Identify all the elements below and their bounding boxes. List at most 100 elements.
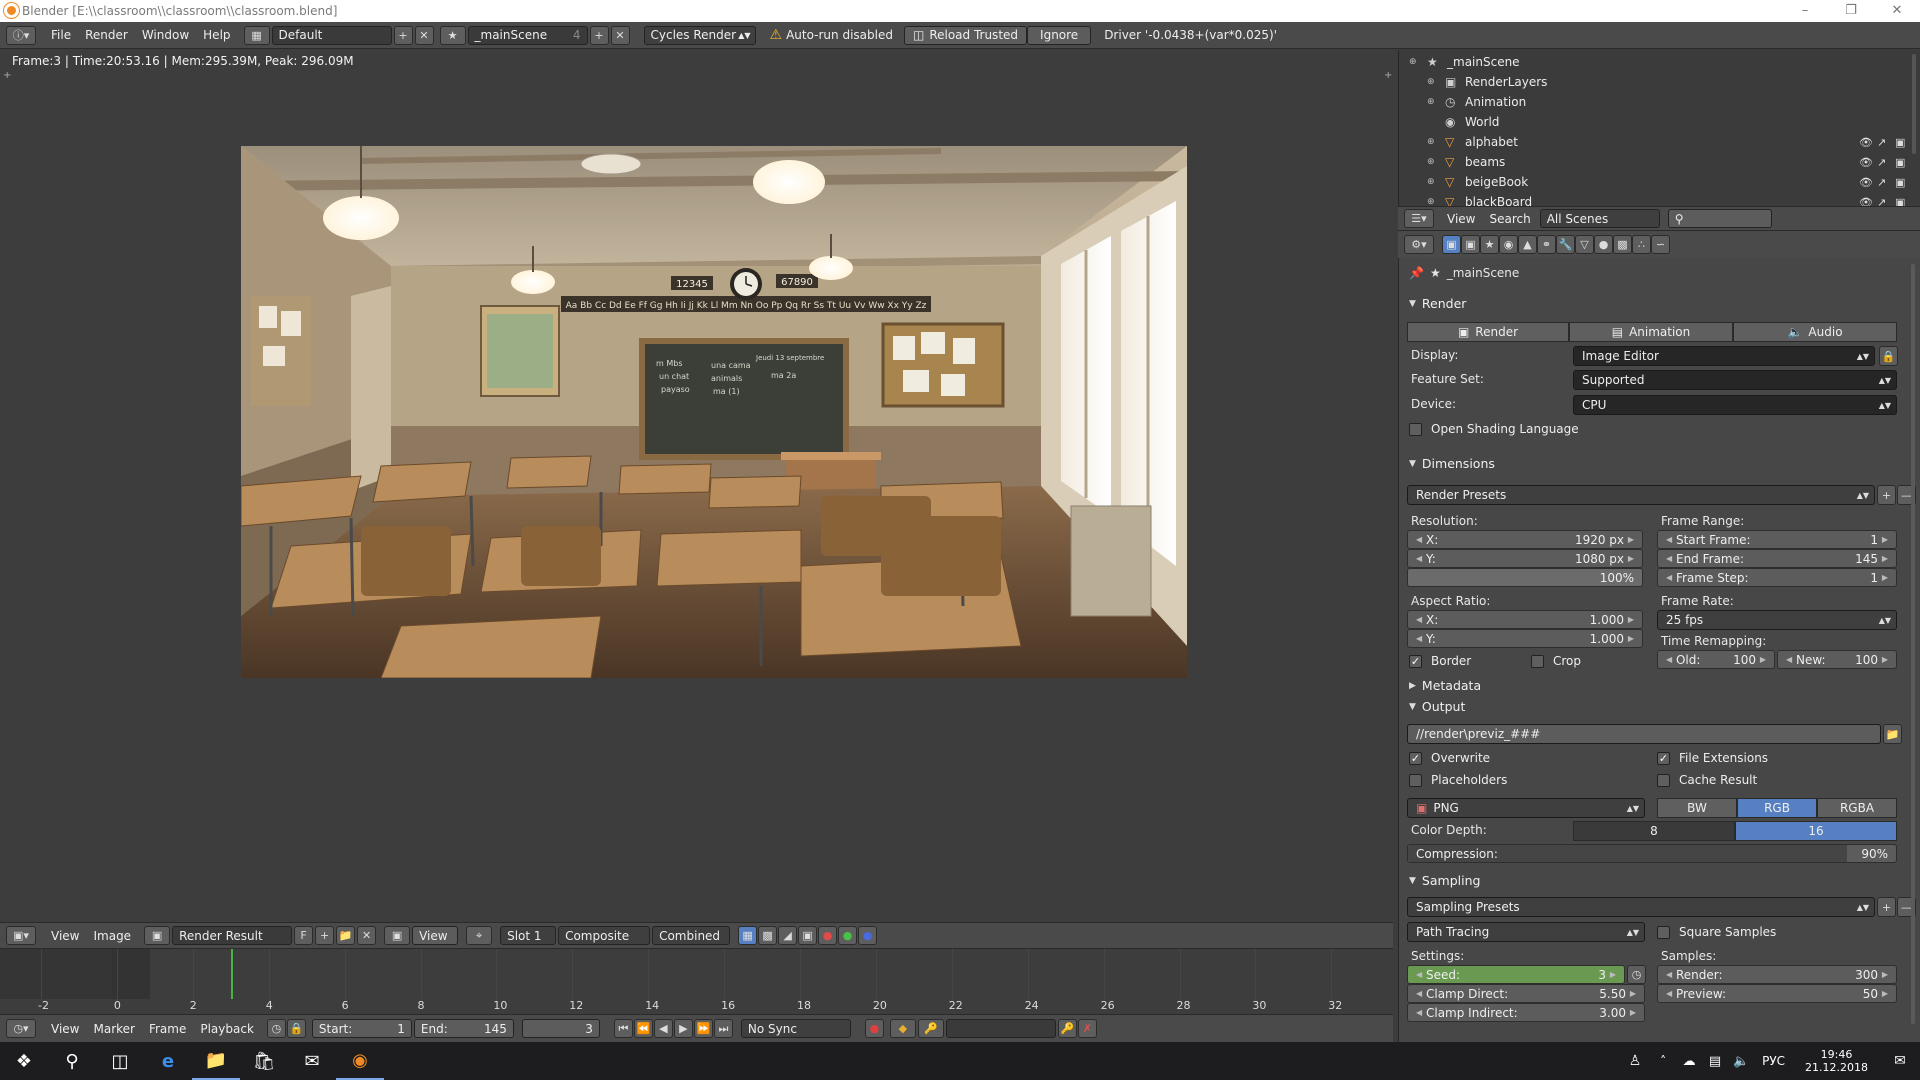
outliner-scrollbar[interactable] (1912, 54, 1916, 154)
keyingset-icon[interactable]: 🔑 (917, 1019, 944, 1038)
frame-rate-dropdown[interactable]: 25 fps ▲▼ (1657, 610, 1897, 630)
onedrive-icon[interactable]: ☁ (1676, 1042, 1702, 1080)
constraints-tab-icon[interactable]: ⚭ (1537, 235, 1556, 254)
scene-icon[interactable]: ★ (439, 25, 466, 45)
jump-start-icon[interactable]: ⏮ (613, 1019, 633, 1038)
red-channel-icon[interactable]: ● (818, 926, 838, 945)
physics-tab-icon[interactable]: ∽ (1651, 235, 1670, 254)
people-icon[interactable]: ♙ (1620, 1042, 1650, 1080)
sampling-presets-dropdown[interactable]: Sampling Presets ▲▼ (1407, 897, 1875, 917)
integrator-dropdown[interactable]: Path Tracing ▲▼ (1407, 922, 1645, 942)
aspect-y-field[interactable]: ◀ Y: 1.000 ▶ (1407, 629, 1643, 648)
current-frame-field[interactable]: 3 (521, 1019, 600, 1038)
seed-field[interactable]: ◀ Seed: 3 ▶ (1407, 965, 1625, 984)
record-icon[interactable]: ● (864, 1019, 884, 1038)
image-name-field[interactable]: Render Result (172, 926, 293, 945)
outliner-item[interactable]: ⊕ ▽ beigeBook 👁 ↗ ▣ (1399, 172, 1920, 192)
keying-icon[interactable]: ◆ (889, 1019, 916, 1038)
resolution-x-field[interactable]: ◀ X: 1920 px ▶ (1407, 530, 1643, 549)
overwrite-checkbox[interactable]: ✓ Overwrite (1409, 751, 1490, 765)
expand-toggle-icon[interactable]: ⊕ (1427, 137, 1439, 147)
menu-window[interactable]: Window (135, 26, 196, 45)
minimize-button[interactable]: – (1782, 0, 1828, 22)
next-keyframe-icon[interactable]: ⏩ (693, 1019, 713, 1038)
compression-slider[interactable]: Compression: 90% (1407, 844, 1897, 863)
delete-layout-icon[interactable]: ✕ (414, 25, 434, 45)
outliner-item-name[interactable]: beigeBook (1465, 175, 1528, 189)
blue-channel-icon[interactable]: ● (858, 926, 878, 945)
selectable-arrow-icon[interactable]: ↗ (1877, 156, 1886, 169)
outliner-item-name[interactable]: World (1465, 115, 1499, 129)
display-mode-dropdown[interactable]: All Scenes (1539, 209, 1660, 228)
object-tab-icon[interactable]: ▲ (1518, 235, 1537, 254)
layer-dropdown[interactable]: Composite (558, 926, 651, 945)
outliner-item[interactable]: ⊕ ◷ Animation (1399, 92, 1920, 112)
editor-type-outliner-icon[interactable]: ☰▾ (1404, 209, 1434, 228)
depth-8-button[interactable]: 8 (1573, 821, 1735, 841)
render-tab-icon[interactable]: ▣ (1442, 235, 1461, 254)
osl-checkbox[interactable]: Open Shading Language (1409, 422, 1579, 436)
aspect-x-field[interactable]: ◀ X: 1.000 ▶ (1407, 610, 1643, 629)
render-layers-tab-icon[interactable]: ▣ (1461, 235, 1480, 254)
expand-toggle-icon[interactable]: ⊕ (1409, 57, 1421, 67)
network-icon[interactable]: ▤ (1702, 1042, 1728, 1080)
expand-toggle-icon[interactable]: ⊕ (1427, 177, 1439, 187)
texture-tab-icon[interactable]: ▩ (1613, 235, 1632, 254)
add-scene-icon[interactable]: + (589, 25, 609, 45)
play-icon[interactable]: ▶ (673, 1019, 693, 1038)
tray-expand-icon[interactable]: ˄ (1650, 1042, 1676, 1080)
animated-seed-icon[interactable]: ◷ (1627, 965, 1646, 984)
render-audio-button[interactable]: 🔈 Audio (1733, 322, 1897, 342)
end-frame-field[interactable]: ◀ End Frame: 145 ▶ (1657, 549, 1897, 568)
visibility-eye-icon[interactable]: 👁 (1859, 176, 1873, 189)
add-layout-icon[interactable]: + (393, 25, 413, 45)
editor-type-timeline-icon[interactable]: ◷▾ (6, 1019, 36, 1038)
menu-frame[interactable]: Frame (142, 1019, 193, 1038)
ignore-button[interactable]: Ignore (1027, 25, 1092, 45)
jump-end-icon[interactable]: ⏭ (713, 1019, 733, 1038)
new-image-icon[interactable]: + (315, 926, 335, 945)
render-still-button[interactable]: ▣ Render (1407, 322, 1569, 342)
square-samples-checkbox[interactable]: Square Samples (1657, 925, 1776, 939)
render-panel-header[interactable]: ▼ Render (1409, 296, 1466, 311)
keying-set-field[interactable] (945, 1019, 1056, 1038)
sync-dropdown[interactable]: No Sync (740, 1019, 851, 1038)
maximize-button[interactable]: ❐ (1828, 0, 1874, 22)
menu-help[interactable]: Help (196, 26, 237, 45)
remap-new-field[interactable]: ◀ New: 100 ▶ (1777, 650, 1897, 669)
add-preset-icon[interactable]: + (1877, 485, 1896, 505)
add-preset-icon[interactable]: + (1877, 897, 1896, 917)
remap-old-field[interactable]: ◀ Old: 100 ▶ (1657, 650, 1775, 669)
expand-toggle-icon[interactable]: ⊕ (1427, 77, 1439, 87)
timeline-area[interactable]: -2 0 2 4 6 8 10 12 14 16 18 20 22 24 26 28 30 32 (0, 948, 1393, 1013)
renderable-camera-icon[interactable]: ▣ (1895, 136, 1905, 149)
outliner-item-name[interactable]: _mainScene (1447, 55, 1520, 69)
delete-keyframe-icon[interactable]: ✗ (1077, 1019, 1097, 1038)
input-language[interactable]: РУС (1762, 1054, 1785, 1068)
menu-search[interactable]: Search (1482, 209, 1537, 228)
lock-range-icon[interactable]: 🔒 (286, 1019, 306, 1038)
view-mode-icon[interactable]: ▣ (384, 926, 411, 945)
color-rgba-button[interactable]: RGBA (1817, 798, 1897, 818)
file-format-dropdown[interactable]: ▣ PNG ▲▼ (1407, 798, 1645, 818)
expand-toggle-icon[interactable]: ⊕ (1427, 157, 1439, 167)
start-frame-field[interactable]: Start: 1 (311, 1019, 412, 1038)
clock[interactable]: 19:46 21.12.2018 (1805, 1048, 1868, 1074)
depth-16-button[interactable]: 16 (1735, 821, 1897, 841)
file-extensions-checkbox[interactable]: ✓ File Extensions (1657, 751, 1768, 765)
draw-z-buffer-icon[interactable]: ◢ (778, 926, 798, 945)
renderable-camera-icon[interactable]: ▣ (1895, 156, 1905, 169)
clamp-indirect-field[interactable]: ◀ Clamp Indirect: 3.00 ▶ (1407, 1003, 1645, 1022)
windows-start-icon[interactable]: ❖ (0, 1042, 48, 1080)
selectable-arrow-icon[interactable]: ↗ (1877, 136, 1886, 149)
area-corner-icon[interactable]: + (1384, 70, 1392, 81)
visibility-eye-icon[interactable]: 👁 (1859, 136, 1873, 149)
pass-dropdown[interactable]: Combined (652, 926, 731, 945)
menu-render[interactable]: Render (78, 26, 135, 45)
notifications-icon[interactable]: ✉ (1880, 1042, 1920, 1080)
open-image-icon[interactable]: 📁 (336, 926, 356, 945)
render-samples-field[interactable]: ◀ Render: 300 ▶ (1657, 965, 1897, 984)
draw-channel-icon[interactable]: ▣ (798, 926, 818, 945)
menu-file[interactable]: File (44, 26, 78, 45)
display-dropdown[interactable]: Image Editor ▲▼ (1573, 346, 1875, 366)
